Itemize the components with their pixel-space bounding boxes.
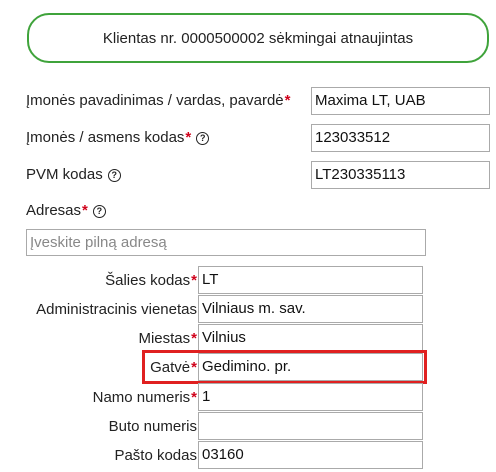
postal-code-label: Pašto kodas <box>114 447 197 464</box>
success-banner: Klientas nr. 0000500002 sėkmingai atnauj… <box>27 13 489 63</box>
required-mark: * <box>185 129 192 146</box>
admin-unit-label: Administracinis vienetas <box>36 301 197 318</box>
required-mark: * <box>191 272 197 289</box>
apartment-input[interactable] <box>198 412 423 440</box>
admin-unit-input[interactable]: Vilniaus m. sav. <box>198 295 423 323</box>
company-code-input[interactable]: 123033512 <box>311 124 490 152</box>
postal-code-input[interactable]: 03160 <box>198 441 423 469</box>
street-label: Gatvė* <box>150 359 197 376</box>
country-code-input[interactable]: LT <box>198 266 423 294</box>
address-label: Adresas*? <box>26 202 106 219</box>
city-label: Miestas* <box>138 330 197 347</box>
required-mark: * <box>284 92 291 109</box>
required-mark: * <box>191 359 197 376</box>
company-name-input[interactable]: Maxima LT, UAB <box>311 87 490 115</box>
help-icon[interactable]: ? <box>107 169 121 182</box>
country-code-label: Šalies kodas* <box>105 272 197 289</box>
house-number-label: Namo numeris* <box>92 389 197 406</box>
required-mark: * <box>191 330 197 347</box>
address-search-input[interactable]: Įveskite pilną adresą <box>26 229 426 256</box>
required-mark: * <box>82 202 88 219</box>
street-input[interactable]: Gedimino. pr. <box>198 353 423 381</box>
company-code-label: Įmonės / asmens kodas*? <box>26 129 210 146</box>
house-number-input[interactable]: 1 <box>198 383 423 411</box>
vat-code-label: PVM kodas? <box>26 166 121 183</box>
vat-code-input[interactable]: LT230335113 <box>311 161 490 189</box>
help-icon[interactable]: ? <box>92 205 106 218</box>
success-message: Klientas nr. 0000500002 sėkmingai atnauj… <box>102 29 414 47</box>
help-icon[interactable]: ? <box>196 132 210 145</box>
apartment-label: Buto numeris <box>108 418 197 435</box>
required-mark: * <box>191 389 197 406</box>
city-input[interactable]: Vilnius <box>198 324 423 352</box>
company-name-label: Įmonės pavadinimas / vardas, pavardė* <box>26 92 291 109</box>
